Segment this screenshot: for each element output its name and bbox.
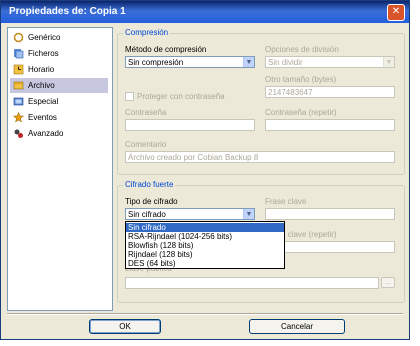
files-icon <box>14 49 24 59</box>
events-icon <box>13 112 24 123</box>
chevron-down-icon[interactable]: ▼ <box>383 57 394 67</box>
sidebar-item-eventos[interactable]: Eventos <box>10 110 108 125</box>
public-key-input[interactable] <box>125 277 379 289</box>
password-label: Contraseña <box>125 108 167 117</box>
passphrase-label: Frase clave <box>265 197 307 206</box>
special-icon <box>13 97 24 106</box>
footer-divider <box>7 313 403 315</box>
encryption-option[interactable]: Rijndael (128 bits) <box>126 250 284 259</box>
sidebar-item-horario[interactable]: Horario <box>10 62 108 77</box>
cancel-button[interactable]: Cancelar <box>249 319 345 334</box>
protect-password-label: Proteger con contraseña <box>137 92 225 101</box>
split-options-label: Opciones de división <box>265 45 339 54</box>
sidebar-item-avanzado[interactable]: Avanzado <box>10 126 108 141</box>
compression-method-select[interactable]: Sin compresión ▼ <box>125 56 255 68</box>
encryption-option[interactable]: RSA-Rijndael (1024-256 bits) <box>126 232 284 241</box>
password-repeat-label: Contraseña (repetir) <box>265 108 337 117</box>
encryption-option[interactable]: Blowfish (128 bits) <box>126 241 284 250</box>
archive-icon <box>13 81 24 90</box>
comment-label: Comentario <box>125 140 167 149</box>
passphrase-input[interactable] <box>265 208 395 220</box>
comment-input[interactable]: Archivo creado por Cobian Backup 8 <box>125 151 395 163</box>
properties-dialog: Propiedades de: Copia 1 ✕ Genérico Fiche… <box>0 0 410 340</box>
split-options-select[interactable]: Sin dividir ▼ <box>265 56 395 68</box>
close-button[interactable]: ✕ <box>387 4 405 21</box>
protect-password-checkbox[interactable] <box>125 92 134 101</box>
sidebar-item-archivo[interactable]: Archivo <box>10 78 108 93</box>
advanced-icon <box>14 129 23 138</box>
window-title: Propiedades de: Copia 1 <box>9 6 126 17</box>
sidebar-item-ficheros[interactable]: Ficheros <box>10 46 108 61</box>
encryption-group-title: Cifrado fuerte <box>123 180 176 189</box>
sidebar-item-generico[interactable]: Genérico <box>10 30 108 45</box>
encryption-type-label: Tipo de cifrado <box>125 197 178 206</box>
other-size-label: Otro tamaño (bytes) <box>265 75 337 84</box>
chevron-down-icon[interactable]: ▼ <box>243 209 254 219</box>
close-icon: ✕ <box>391 6 401 17</box>
encryption-type-select[interactable]: Sin cifrado ▼ <box>125 208 255 220</box>
browse-button[interactable]: ... <box>381 277 395 288</box>
compression-method-label: Método de compresión <box>125 45 207 54</box>
sidebar: Genérico Ficheros Horario Archivo Especi… <box>7 27 113 311</box>
clock-icon <box>13 64 24 75</box>
password-repeat-input[interactable] <box>265 119 395 131</box>
compression-group-title: Compresión <box>123 28 171 37</box>
title-bar[interactable]: Propiedades de: Copia 1 ✕ <box>1 1 409 23</box>
chevron-down-icon[interactable]: ▼ <box>243 57 254 67</box>
other-size-input[interactable]: 2147483647 <box>265 86 395 98</box>
encryption-type-dropdown-list: Sin cifrado RSA-Rijndael (1024-256 bits)… <box>125 221 285 269</box>
generic-icon <box>13 32 24 43</box>
archive-settings-panel: Compresión Método de compresión Sin comp… <box>115 27 405 309</box>
encryption-option[interactable]: Sin cifrado <box>126 223 284 232</box>
password-input[interactable] <box>125 119 255 131</box>
sidebar-item-especial[interactable]: Especial <box>10 94 108 109</box>
encryption-option[interactable]: DES (64 bits) <box>126 259 284 268</box>
ok-button[interactable]: OK <box>89 319 161 334</box>
